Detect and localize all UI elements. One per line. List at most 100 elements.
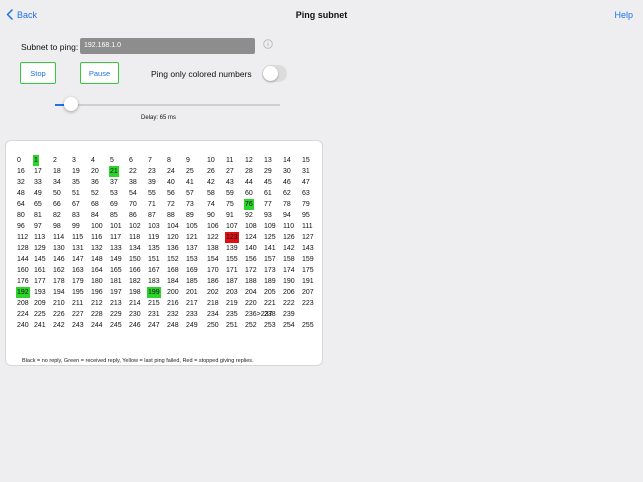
address-cell[interactable]: 152 [166, 254, 180, 265]
address-cell[interactable]: 233 [185, 309, 199, 320]
address-cell[interactable]: 16 [16, 166, 26, 177]
address-cell[interactable]: 42 [206, 177, 216, 188]
address-cell[interactable]: 220 [244, 298, 258, 309]
address-cell[interactable]: 44 [244, 177, 254, 188]
address-cell[interactable]: 224 [16, 309, 30, 320]
address-cell[interactable]: 226 [52, 309, 66, 320]
address-cell[interactable]: 246 [128, 320, 142, 331]
address-cell[interactable]: 225 [33, 309, 47, 320]
address-cell[interactable]: 21 [109, 166, 119, 177]
address-cell[interactable]: 106 [206, 221, 220, 232]
address-cell[interactable]: 78 [282, 199, 292, 210]
address-cell[interactable]: 102 [128, 221, 142, 232]
address-cell[interactable]: 118 [128, 232, 141, 243]
address-cell[interactable]: 129 [33, 243, 47, 254]
address-cell[interactable]: 208 [16, 298, 30, 309]
address-cell[interactable]: 196 [90, 287, 104, 298]
address-cell[interactable]: 104 [166, 221, 180, 232]
address-cell[interactable]: 254 [282, 320, 296, 331]
address-cell[interactable]: 244 [90, 320, 104, 331]
address-cell[interactable]: 134 [128, 243, 142, 254]
address-cell[interactable]: 221 [263, 298, 277, 309]
address-cell[interactable]: 243 [71, 320, 85, 331]
address-cell[interactable]: 179 [71, 276, 85, 287]
address-cell[interactable]: 50 [52, 188, 62, 199]
address-cell[interactable]: 8 [166, 155, 172, 166]
address-cell[interactable]: 28 [244, 166, 254, 177]
stop-button[interactable]: Stop [20, 62, 56, 84]
address-cell[interactable]: 158 [282, 254, 296, 265]
address-cell[interactable]: 55 [147, 188, 157, 199]
address-cell[interactable]: 124 [244, 232, 258, 243]
address-cell[interactable]: 222 [282, 298, 296, 309]
address-cell[interactable]: 251 [225, 320, 239, 331]
address-cell[interactable]: 159 [301, 254, 315, 265]
address-cell[interactable]: 109 [263, 221, 277, 232]
address-cell[interactable]: 90 [206, 210, 216, 221]
address-cell[interactable]: 115 [71, 232, 84, 243]
address-cell[interactable]: 80 [16, 210, 26, 221]
address-cell[interactable]: 215 [147, 298, 161, 309]
address-cell[interactable]: 15 [301, 155, 311, 166]
address-cell[interactable]: 169 [185, 265, 199, 276]
address-cell[interactable]: 194 [52, 287, 66, 298]
address-cell[interactable]: 234 [206, 309, 220, 320]
address-cell[interactable]: 86 [128, 210, 138, 221]
address-cell[interactable]: 24 [166, 166, 176, 177]
address-cell[interactable]: 65 [33, 199, 43, 210]
address-cell[interactable]: 231 [147, 309, 161, 320]
address-cell[interactable]: 238 [263, 309, 277, 320]
address-cell[interactable]: 188 [244, 276, 258, 287]
address-cell[interactable]: 248 [166, 320, 180, 331]
address-cell[interactable]: 18 [52, 166, 62, 177]
address-cell[interactable]: 151 [147, 254, 161, 265]
address-cell[interactable]: 0 [16, 155, 22, 166]
address-cell[interactable]: 184 [166, 276, 180, 287]
address-cell[interactable]: 167 [147, 265, 161, 276]
address-cell[interactable]: 187 [225, 276, 239, 287]
address-cell[interactable]: 168 [166, 265, 180, 276]
address-cell[interactable]: 160 [16, 265, 30, 276]
address-cell[interactable]: 128 [16, 243, 30, 254]
address-cell[interactable]: 27 [225, 166, 235, 177]
address-cell[interactable]: 126 [282, 232, 296, 243]
address-cell[interactable]: 103 [147, 221, 161, 232]
address-cell[interactable]: 114 [52, 232, 65, 243]
address-cell[interactable]: 68 [90, 199, 100, 210]
address-cell[interactable]: 116 [90, 232, 103, 243]
address-cell[interactable]: 47 [301, 177, 311, 188]
address-cell[interactable]: 252 [244, 320, 258, 331]
address-cell[interactable]: 140 [244, 243, 258, 254]
address-cell[interactable]: 181 [109, 276, 123, 287]
address-cell[interactable]: 229 [109, 309, 123, 320]
address-cell[interactable]: 32 [16, 177, 26, 188]
address-cell[interactable]: 136 [166, 243, 180, 254]
address-cell[interactable]: 2 [52, 155, 58, 166]
address-cell[interactable]: 100 [90, 221, 104, 232]
address-cell[interactable]: 145 [33, 254, 47, 265]
address-cell[interactable]: 10 [206, 155, 216, 166]
address-cell[interactable]: 112 [16, 232, 29, 243]
address-cell[interactable]: 1 [33, 155, 39, 166]
address-cell[interactable]: 135 [147, 243, 161, 254]
address-cell[interactable]: 13 [263, 155, 273, 166]
address-cell[interactable]: 206 [282, 287, 296, 298]
address-cell[interactable]: 91 [225, 210, 235, 221]
address-cell[interactable]: 148 [90, 254, 104, 265]
address-cell[interactable]: 17 [33, 166, 43, 177]
address-cell[interactable]: 92 [244, 210, 254, 221]
address-cell[interactable]: 72 [166, 199, 176, 210]
address-cell[interactable]: 190 [282, 276, 296, 287]
address-cell[interactable]: 202 [206, 287, 220, 298]
address-cell[interactable]: 200 [166, 287, 180, 298]
address-cell[interactable]: 117 [109, 232, 122, 243]
address-cell[interactable]: 227 [71, 309, 85, 320]
help-button[interactable]: Help [614, 10, 633, 20]
address-cell[interactable]: 79 [301, 199, 311, 210]
address-cell[interactable]: 67 [71, 199, 81, 210]
address-cell[interactable]: 177 [33, 276, 47, 287]
address-cell[interactable]: 186 [206, 276, 220, 287]
address-cell[interactable]: 71 [147, 199, 157, 210]
address-cell[interactable]: 5 [109, 155, 115, 166]
address-cell[interactable]: 46 [282, 177, 292, 188]
